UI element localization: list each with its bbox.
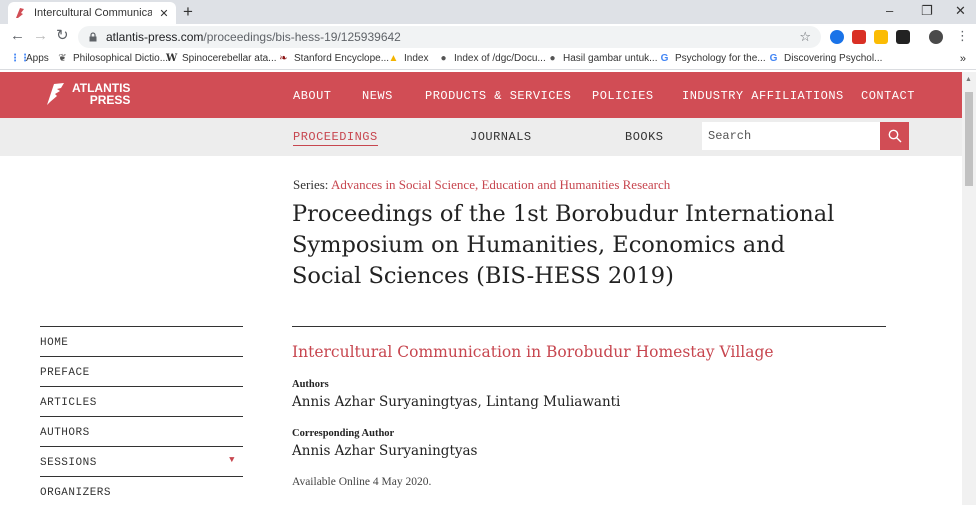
- atlantis-favicon-icon: [16, 8, 24, 18]
- scroll-up-arrow-icon[interactable]: ▲: [965, 76, 972, 83]
- quill-logo-icon: [47, 83, 64, 105]
- site-header: ATLANTIS PRESS ABOUT NEWS PRODUCTS & SER…: [0, 72, 962, 118]
- bookmark-apps[interactable]: ⋮⋮ Apps: [10, 53, 49, 64]
- sidebar-item-authors[interactable]: AUTHORS: [40, 416, 243, 446]
- address-bar[interactable]: atlantis-press.com/proceedings/bis-hess-…: [78, 26, 821, 48]
- bookmark-index[interactable]: ▲ Index: [388, 53, 429, 64]
- scrollbar-thumb[interactable]: [965, 92, 973, 186]
- atlantis-press-logo[interactable]: ATLANTIS PRESS: [44, 82, 130, 106]
- forward-arrow-icon[interactable]: →: [33, 28, 48, 44]
- tab-close-icon[interactable]: ✕: [158, 7, 170, 20]
- bookmark-star-icon[interactable]: ☆: [799, 29, 811, 45]
- subnav-books[interactable]: BOOKS: [625, 130, 664, 144]
- bookmark-discovering-psychology[interactable]: G Discovering Psychol...: [768, 53, 883, 64]
- bookmark-hasil-gambar[interactable]: ● Hasil gambar untuk...: [547, 53, 657, 64]
- extension-dark-icon[interactable]: [896, 30, 910, 44]
- google-icon: G: [660, 53, 669, 64]
- sidebar-item-preface[interactable]: PREFACE: [40, 356, 243, 386]
- reload-icon[interactable]: ↻: [56, 28, 69, 44]
- nav-contact[interactable]: CONTACT: [861, 89, 915, 103]
- nav-news[interactable]: NEWS: [362, 89, 393, 103]
- google-icon: G: [769, 53, 778, 64]
- wikipedia-icon: W: [166, 53, 178, 64]
- sub-navigation: PROCEEDINGS JOURNALS BOOKS: [0, 118, 962, 156]
- sidebar-item-articles[interactable]: ARTICLES: [40, 386, 243, 416]
- subnav-proceedings[interactable]: PROCEEDINGS: [293, 130, 378, 146]
- proceedings-sidebar: HOME PREFACE ARTICLES AUTHORS SESSIONS ▼…: [40, 326, 243, 505]
- bookmark-philosophical-dictionary[interactable]: ❦ Philosophical Dictio...: [57, 53, 168, 64]
- tab-title: Intercultural Communication in B: [34, 7, 152, 19]
- globe-icon: ●: [549, 53, 556, 64]
- authors-label: Authors: [292, 379, 329, 390]
- extension-drive-icon[interactable]: [874, 30, 888, 44]
- nav-about[interactable]: ABOUT: [293, 89, 332, 103]
- profile-avatar[interactable]: [929, 30, 943, 44]
- philosophy-icon: ❦: [58, 53, 67, 64]
- stanford-icon: ❧: [279, 53, 288, 64]
- back-arrow-icon[interactable]: ←: [10, 28, 25, 44]
- bookmarks-bar: ⋮⋮ Apps ❦ Philosophical Dictio... W Spin…: [0, 50, 976, 70]
- search-input[interactable]: [702, 122, 880, 150]
- authors-value: Annis Azhar Suryaningtyas, Lintang Mulia…: [292, 394, 621, 410]
- subnav-journals[interactable]: JOURNALS: [470, 130, 532, 144]
- browser-toolbar: ← → ↻ atlantis-press.com/proceedings/bis…: [0, 24, 976, 50]
- nav-policies[interactable]: POLICIES: [592, 89, 654, 103]
- bookmarks-overflow-icon[interactable]: »: [960, 53, 966, 65]
- proceedings-title: Proceedings of the 1st Borobudur Interna…: [292, 201, 835, 289]
- series-line: Series: Advances in Social Science, Educ…: [293, 177, 671, 192]
- search-icon: [888, 129, 901, 143]
- browser-tab[interactable]: Intercultural Communication in B ✕: [8, 2, 176, 24]
- nav-products-services[interactable]: PRODUCTS & SERVICES: [425, 89, 571, 103]
- caret-down-icon[interactable]: ▼: [229, 455, 235, 465]
- extension-graduation-icon[interactable]: [830, 30, 844, 44]
- bookmark-spinocerebellar[interactable]: W Spinocerebellar ata...: [166, 53, 277, 64]
- drive-icon: ▲: [388, 53, 399, 64]
- close-window-button[interactable]: ✕: [955, 3, 966, 19]
- search-button[interactable]: [880, 122, 909, 150]
- apps-grid-icon: ⋮⋮: [10, 53, 30, 64]
- title-divider: [292, 326, 886, 327]
- lock-icon: [89, 32, 97, 42]
- nav-industry-affiliations[interactable]: INDUSTRY AFFILIATIONS: [682, 89, 844, 103]
- series-link[interactable]: Advances in Social Science, Education an…: [331, 177, 670, 192]
- extension-m-icon[interactable]: [852, 30, 866, 44]
- globe-icon: ●: [440, 53, 447, 64]
- sidebar-item-sessions[interactable]: SESSIONS ▼: [40, 446, 243, 476]
- logo-text-press: PRESS: [89, 93, 131, 107]
- browser-tab-strip: Intercultural Communication in B ✕ + – ❐…: [0, 0, 976, 24]
- article-title: Intercultural Communication in Borobudur…: [292, 343, 774, 361]
- new-tab-button[interactable]: +: [183, 3, 193, 21]
- url-text: atlantis-press.com/proceedings/bis-hess-…: [106, 30, 401, 44]
- sidebar-item-organizers[interactable]: ORGANIZERS: [40, 476, 243, 505]
- corresponding-author-value: Annis Azhar Suryaningtyas: [292, 443, 478, 459]
- bookmark-stanford[interactable]: ❧ Stanford Encyclope...: [278, 53, 389, 64]
- chrome-menu-icon[interactable]: ⋮: [956, 28, 969, 44]
- bookmark-psychology[interactable]: G Psychology for the...: [659, 53, 766, 64]
- bookmark-index-dgc[interactable]: ● Index of /dgc/Docu...: [438, 53, 545, 64]
- corresponding-author-label: Corresponding Author: [292, 428, 395, 439]
- restore-button[interactable]: ❐: [921, 3, 933, 19]
- minimize-button[interactable]: –: [886, 3, 893, 18]
- sidebar-item-home[interactable]: HOME: [40, 326, 243, 356]
- available-online-date: Available Online 4 May 2020.: [292, 476, 432, 488]
